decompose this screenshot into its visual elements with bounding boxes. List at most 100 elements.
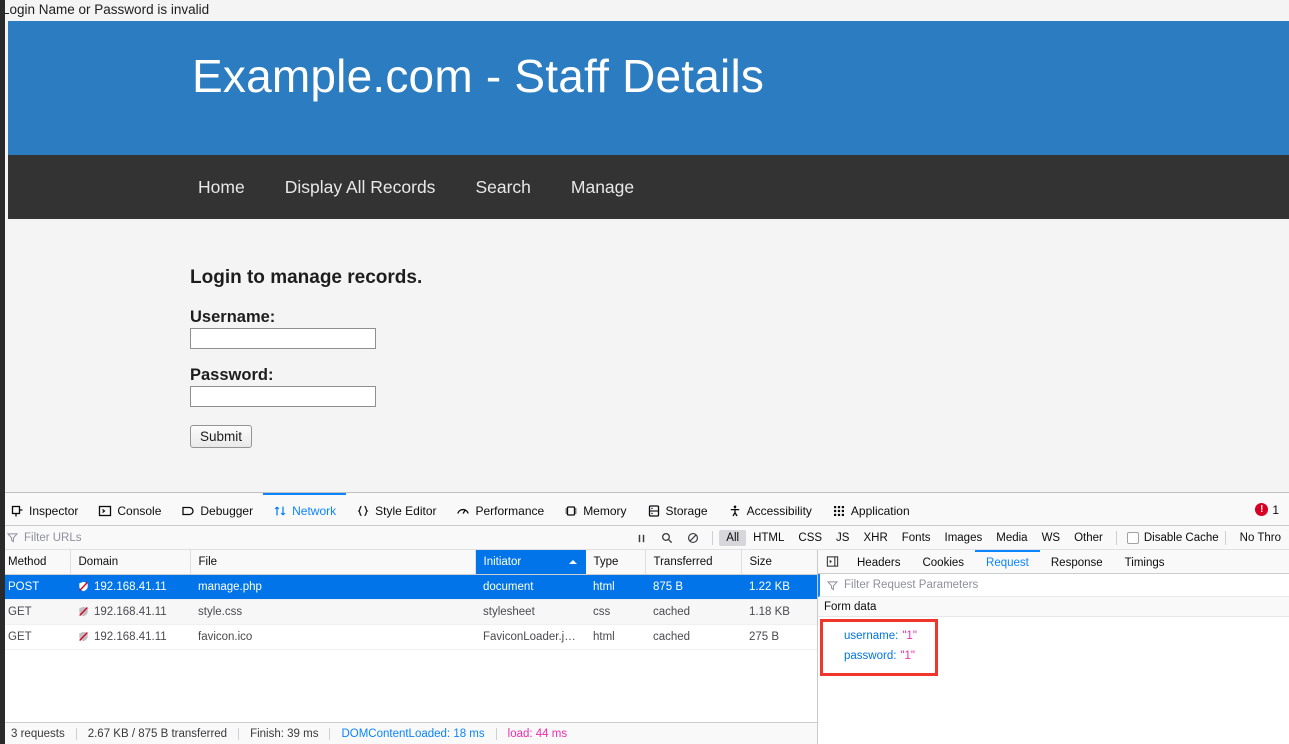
username-input[interactable] [190,328,376,349]
checkbox-box [1126,532,1139,544]
cell-method: POST [0,574,70,600]
throttling-dropdown[interactable]: No Thro [1232,532,1289,544]
param-row-username[interactable]: username: "1" [818,626,1289,646]
network-toolbar: Filter URLs All HTML CSS JS XHR Fonts Im… [0,526,1289,550]
devtools-tab-style-editor[interactable]: Style Editor [346,493,446,526]
table-row[interactable]: GET 192.168.41.11 style.css stylesheet c… [0,599,817,625]
column-header-initiator[interactable]: Initiator [475,550,586,575]
nav-item-search[interactable]: Search [455,177,550,198]
application-icon [832,504,846,518]
devtools-tab-label: Storage [665,503,708,518]
password-input[interactable] [190,386,376,407]
devtools-tab-console[interactable]: Console [88,493,171,526]
debugger-icon [181,504,195,518]
devtools-tab-debugger[interactable]: Debugger [171,493,263,526]
details-tab-timings[interactable]: Timings [1114,550,1176,574]
details-tab-headers[interactable]: Headers [846,550,911,574]
column-header-transferred[interactable]: Transferred [645,550,742,575]
column-header-size[interactable]: Size [741,550,817,575]
toolbar-divider [712,531,714,545]
clear-requests-icon[interactable] [680,526,706,550]
status-dom-content-loaded: DOMContentLoaded: 18 ms [341,728,485,740]
site-navigation-bar: Home Display All Records Search Manage [8,155,1289,219]
cell-size: 1.18 KB [741,599,817,625]
column-header-file[interactable]: File [190,550,476,575]
disable-cache-label: Disable Cache [1143,532,1219,544]
devtools-tab-label: Memory [583,503,627,518]
type-filter-js[interactable]: JS [829,530,856,546]
table-header-row: Method Domain File Initiator Type Transf… [0,550,817,575]
submit-button[interactable]: Submit [190,425,253,448]
close-details-icon[interactable] [818,550,846,573]
devtools-tab-network[interactable]: Network [263,493,347,526]
details-tab-request[interactable]: Request [975,550,1040,574]
network-status-bar: 3 requests 2.67 KB / 875 B transferred F… [0,722,817,744]
nav-item-display-all-records[interactable]: Display All Records [265,177,456,198]
devtools-tab-application[interactable]: Application [822,493,920,526]
cell-type: html [585,624,645,650]
filter-request-parameters-placeholder: Filter Request Parameters [844,579,979,591]
type-filter-css[interactable]: CSS [791,530,829,546]
type-filter-media[interactable]: Media [989,530,1034,546]
type-filter-xhr[interactable]: XHR [856,530,894,546]
status-load: load: 44 ms [507,728,568,740]
cell-file: style.css [190,599,475,625]
column-header-type[interactable]: Type [585,550,646,575]
devtools-tab-memory[interactable]: Memory [554,493,636,526]
memory-icon [564,504,578,518]
details-tab-response[interactable]: Response [1040,550,1114,574]
cell-type: html [585,574,645,600]
type-filter-fonts[interactable]: Fonts [895,530,938,546]
param-value: "1" [902,630,917,642]
table-row[interactable]: POST 192.168.41.11 manage.php document h… [0,574,817,600]
type-filter-html[interactable]: HTML [746,530,791,546]
cell-initiator[interactable]: FaviconLoader.jsm… [475,624,585,650]
type-filter-images[interactable]: Images [938,530,990,546]
console-icon [98,504,112,518]
login-heading: Login to manage records. [190,267,423,288]
filter-urls-placeholder: Filter URLs [24,531,82,544]
cell-domain-label: 192.168.41.11 [94,605,167,618]
cell-size: 1.22 KB [741,574,817,600]
filter-icon [827,580,838,591]
devtools-tab-label: Style Editor [375,503,437,518]
param-row-password[interactable]: password: "1" [818,646,1289,666]
pause-icon[interactable] [628,526,654,550]
cell-transferred: 875 B [645,574,741,600]
devtools-tab-performance[interactable]: Performance [446,493,554,526]
disable-cache-checkbox[interactable]: Disable Cache [1123,532,1219,544]
devtools-panel: Inspector Console Debugger Network Style… [0,492,1289,744]
nav-item-home[interactable]: Home [198,177,265,198]
nav-item-manage[interactable]: Manage [551,177,654,198]
column-header-method[interactable]: Method [0,550,71,575]
devtools-tab-inspector[interactable]: Inspector [0,493,88,526]
devtools-tab-storage[interactable]: Storage [637,493,718,526]
table-row[interactable]: GET 192.168.41.11 favicon.ico FaviconLoa… [0,624,817,650]
toolbar-divider-2 [1115,531,1117,545]
cell-file: favicon.ico [190,624,475,650]
filter-urls-input[interactable]: Filter URLs [0,532,300,544]
type-filter-other[interactable]: Other [1067,530,1110,546]
pane-splitter[interactable] [817,550,818,744]
network-icon [273,504,287,518]
filter-request-parameters-input[interactable]: Filter Request Parameters [818,574,1289,597]
type-filter-ws[interactable]: WS [1035,530,1068,546]
storage-icon [647,504,661,518]
column-header-domain[interactable]: Domain [70,550,191,575]
password-label: Password: [190,366,274,384]
toolbar-divider-3 [1224,531,1226,545]
cell-method: GET [0,624,70,650]
cell-domain: 192.168.41.11 [70,599,190,625]
devtools-tab-accessibility[interactable]: Accessibility [718,493,822,526]
login-form-area: Login to manage records. Username: Passw… [8,219,1289,492]
performance-icon [456,504,470,518]
type-filter-all[interactable]: All [719,530,747,546]
search-icon[interactable] [654,526,680,550]
error-count-badge[interactable]: ! 1 [1255,493,1279,526]
details-tab-cookies[interactable]: Cookies [911,550,975,574]
status-finish: Finish: 39 ms [250,728,319,740]
nav-list: Home Display All Records Search Manage [198,155,654,219]
insecure-connection-icon [78,581,89,592]
form-data-section-header[interactable]: Form data [818,597,1289,617]
cell-initiator: document [475,574,585,600]
